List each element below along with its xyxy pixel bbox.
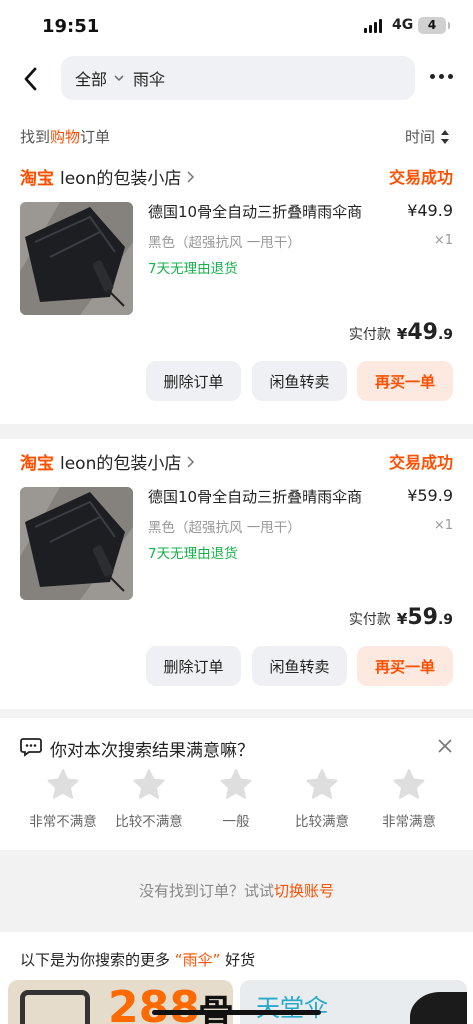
rating-very-dissatisfied[interactable]: 非常不满意	[18, 768, 108, 830]
chat-bubble-icon	[20, 738, 42, 757]
product-title[interactable]: 德国10骨全自动三折叠晴雨伞商	[148, 201, 388, 222]
recommend-card-brand: 天堂伞	[256, 994, 328, 1022]
rebuy-button[interactable]: 再买一单	[357, 646, 453, 686]
sort-label: 时间	[405, 128, 436, 146]
return-policy: 7天无理由退货	[148, 261, 238, 277]
nav-bar: 全部 雨伞	[0, 52, 473, 108]
search-input[interactable]: 全部 雨伞	[61, 56, 415, 100]
survey-title: 你对本次搜索结果满意嘛？	[50, 741, 254, 761]
not-found-hint: 没有找到订单？试试切换账号	[0, 850, 473, 932]
order-card[interactable]: 淘宝 leon的包装小店 交易成功 德国10骨全自动三折叠晴雨伞商 ¥59.9 …	[0, 439, 473, 709]
star-icon	[306, 769, 338, 799]
satisfaction-survey: 你对本次搜索结果满意嘛？ 非常不满意 比较不满意 一般 比较满意 非常满意	[0, 718, 473, 850]
recommend-card[interactable]: 288 骨	[8, 980, 233, 1024]
order-card[interactable]: 淘宝 leon的包装小店 交易成功 德国10骨全自动三折叠晴雨伞商 ¥49.9 …	[0, 154, 473, 424]
chevron-right-icon	[187, 455, 195, 468]
star-icon	[133, 769, 165, 799]
product-image[interactable]	[20, 487, 133, 600]
back-button[interactable]	[18, 64, 46, 94]
paid-amount: 实付款 ¥49.9	[348, 320, 453, 345]
brand-label: 淘宝	[20, 454, 54, 474]
star-icon	[47, 769, 79, 799]
rebuy-button[interactable]: 再买一单	[357, 361, 453, 401]
chevron-down-icon	[114, 75, 124, 82]
star-icon	[220, 769, 252, 799]
search-scope[interactable]: 全部	[75, 66, 107, 90]
product-qty: ×1	[433, 233, 453, 248]
battery-icon: 4	[418, 17, 450, 34]
status-time: 19:51	[42, 16, 100, 37]
chevron-left-icon	[24, 67, 37, 91]
product-image[interactable]	[20, 202, 133, 315]
recommend-card-char: 骨	[198, 993, 233, 1024]
product-qty: ×1	[433, 518, 453, 533]
product-variant: 黑色（超强抗风 一甩干）	[148, 235, 301, 251]
product-price: ¥59.9	[407, 486, 453, 505]
search-query: 雨伞	[133, 70, 166, 89]
rating-dissatisfied[interactable]: 比较不满意	[104, 768, 194, 830]
shop-link[interactable]: 淘宝 leon的包装小店	[20, 449, 195, 474]
delete-order-button[interactable]: 删除订单	[146, 361, 241, 401]
product-title[interactable]: 德国10骨全自动三折叠晴雨伞商	[148, 486, 388, 507]
close-icon[interactable]	[437, 738, 453, 754]
chevron-right-icon	[187, 170, 195, 183]
paid-amount: 实付款 ¥59.9	[348, 605, 453, 630]
order-status: 交易成功	[388, 453, 453, 472]
more-options-icon[interactable]	[430, 74, 453, 79]
order-status: 交易成功	[388, 168, 453, 187]
rating-very-satisfied[interactable]: 非常满意	[364, 768, 454, 830]
signal-icon	[364, 19, 382, 33]
shop-link[interactable]: 淘宝 leon的包装小店	[20, 164, 195, 189]
rating-neutral[interactable]: 一般	[191, 768, 281, 830]
shop-name: leon的包装小店	[60, 454, 182, 474]
network-label: 4G	[392, 17, 414, 33]
rating-satisfied[interactable]: 比较满意	[277, 768, 367, 830]
switch-account-link[interactable]: 切换账号	[274, 882, 334, 900]
status-bar: 19:51 4G 4	[0, 0, 473, 52]
resell-button[interactable]: 闲鱼转卖	[252, 361, 347, 401]
brand-label: 淘宝	[20, 169, 54, 189]
shop-name: leon的包装小店	[60, 169, 182, 189]
product-price: ¥49.9	[407, 201, 453, 220]
filter-row: 找到购物订单 时间	[0, 108, 473, 154]
recommend-card[interactable]: 天堂伞	[240, 980, 467, 1024]
star-icon	[393, 769, 425, 799]
product-variant: 黑色（超强抗风 一甩干）	[148, 520, 301, 536]
resell-button[interactable]: 闲鱼转卖	[252, 646, 347, 686]
result-label: 找到购物订单	[20, 128, 111, 146]
return-policy: 7天无理由退货	[148, 546, 238, 562]
delete-order-button[interactable]: 删除订单	[146, 646, 241, 686]
sort-time-button[interactable]: 时间	[405, 126, 450, 147]
recommend-card-text: 288	[108, 982, 200, 1024]
sort-icon	[441, 129, 450, 144]
home-indicator	[152, 1010, 321, 1015]
not-found-text: 没有找到订单？试试	[138, 882, 274, 900]
recommendations-title: 以下是为你搜索的更多 “雨伞” 好货	[20, 951, 256, 969]
